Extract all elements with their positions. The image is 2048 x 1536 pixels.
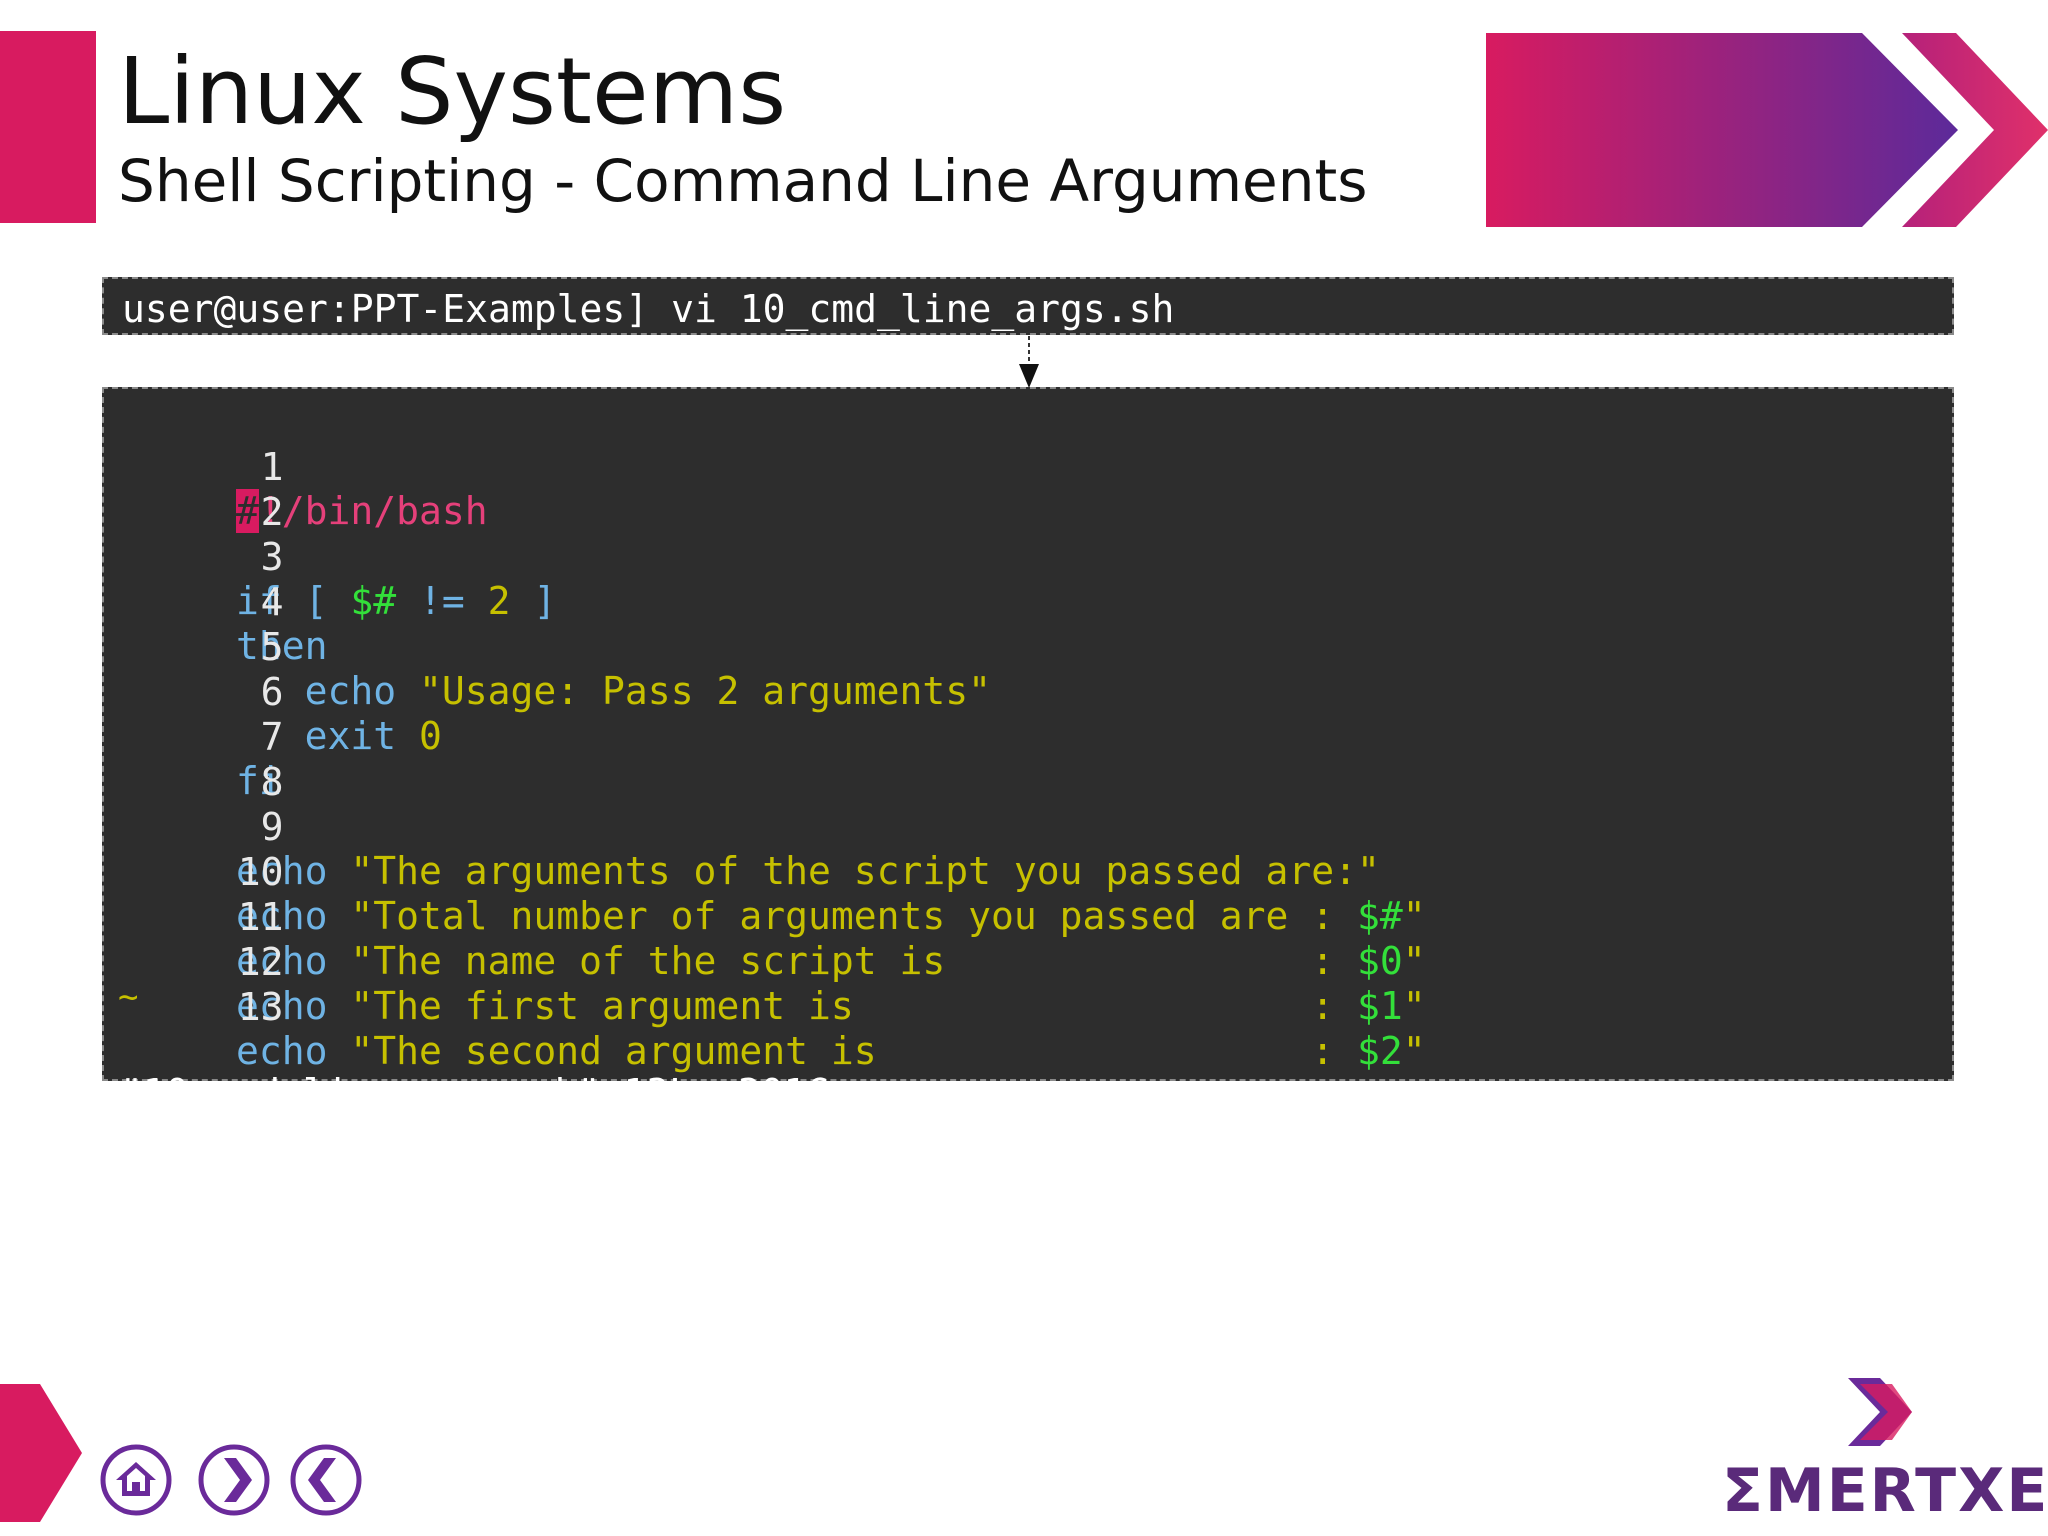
- code-text: "The arguments of the script you passed …: [350, 849, 1380, 893]
- vim-status-line: "10_cmd_line_args.sh" 13L, 301C 0,0-1 Al…: [104, 1027, 1952, 1203]
- footer-accent-arrow: [0, 1384, 82, 1522]
- code-line: 8: [104, 716, 284, 804]
- line-number: 6: [260, 670, 284, 714]
- code-line: 7 fi: [104, 671, 284, 803]
- line-number: 5: [260, 625, 284, 669]
- code-text: "Total number of arguments you passed ar…: [350, 894, 1358, 938]
- next-button[interactable]: [198, 1444, 270, 1516]
- code-text: "The first argument is :: [350, 984, 1358, 1028]
- line-number: 11: [237, 895, 284, 939]
- vim-editor: 1 #!/bin/bash 2 3 if [ $# != 2 ] 4 then …: [102, 387, 1954, 1203]
- emertxe-logo-text: ƩMERTXE: [1722, 1456, 2048, 1526]
- code-text: $0: [1357, 939, 1403, 983]
- empty-line-tilde: ~: [118, 977, 139, 1017]
- code-line: 9 echo "The arguments of the script you …: [104, 761, 1380, 893]
- status-scroll-indicator: All: [1865, 1159, 1934, 1203]
- line-number: 4: [260, 580, 284, 624]
- code-text: ]: [510, 579, 557, 623]
- code-text: "The name of the script is :: [350, 939, 1358, 983]
- header-banner-graphic: [1486, 33, 2048, 227]
- code-line: 10 echo "Total number of arguments you p…: [104, 806, 1426, 938]
- code-line: 12 echo "The first argument is : $1": [104, 896, 1426, 1028]
- terminal-command: user@user:PPT-Examples] vi 10_cmd_line_a…: [122, 287, 1175, 331]
- code-text: !=: [396, 579, 488, 623]
- code-text: $1: [1357, 984, 1403, 1028]
- code-text: $#: [1357, 894, 1403, 938]
- home-button[interactable]: [100, 1444, 172, 1516]
- chevron-right-icon: [198, 1444, 270, 1516]
- chevron-left-icon: [290, 1444, 362, 1516]
- status-file-info: "10_cmd_line_args.sh" 13L, 301C: [120, 1071, 830, 1115]
- emertxe-logo-mark: [1848, 1378, 1912, 1446]
- line-number: 10: [237, 850, 284, 894]
- code-text: !/bin/bash: [258, 489, 488, 533]
- code-line: 6 exit 0: [104, 626, 442, 758]
- code-line: 4 then: [104, 536, 328, 668]
- home-icon: [100, 1444, 172, 1516]
- code-line: 3 if [ $# != 2 ]: [104, 491, 556, 623]
- code-text: ": [1402, 939, 1426, 983]
- slide-subtitle: Shell Scripting - Command Line Arguments: [118, 147, 1368, 215]
- line-number: 3: [260, 535, 284, 579]
- code-line: 11 echo "The name of the script is : $0": [104, 851, 1426, 983]
- code-line: 1 #!/bin/bash: [104, 401, 488, 533]
- line-number: 13: [237, 985, 284, 1029]
- status-cursor-position: 0,0-1: [1542, 1115, 1657, 1159]
- line-number: 8: [260, 760, 284, 804]
- line-number: 2: [260, 490, 284, 534]
- line-number: 9: [260, 805, 284, 849]
- terminal-command-bar: user@user:PPT-Examples] vi 10_cmd_line_a…: [102, 277, 1954, 335]
- line-number: 12: [237, 940, 284, 984]
- code-text: 0: [419, 714, 442, 758]
- previous-button[interactable]: [290, 1444, 362, 1516]
- code-text: ": [1402, 894, 1426, 938]
- code-text: ": [1402, 984, 1426, 1028]
- line-number: 7: [260, 715, 284, 759]
- code-text: "Usage: Pass 2 arguments": [419, 669, 991, 713]
- slide-title: Linux Systems: [118, 38, 787, 145]
- code-text: 2: [487, 579, 511, 623]
- code-text: $#: [350, 579, 397, 623]
- arrow-down-icon: [1019, 336, 1039, 388]
- code-line: 2: [104, 446, 284, 534]
- code-line: 5 echo "Usage: Pass 2 arguments": [104, 581, 991, 713]
- header-accent-bar: [0, 31, 96, 223]
- line-number: 1: [260, 445, 284, 489]
